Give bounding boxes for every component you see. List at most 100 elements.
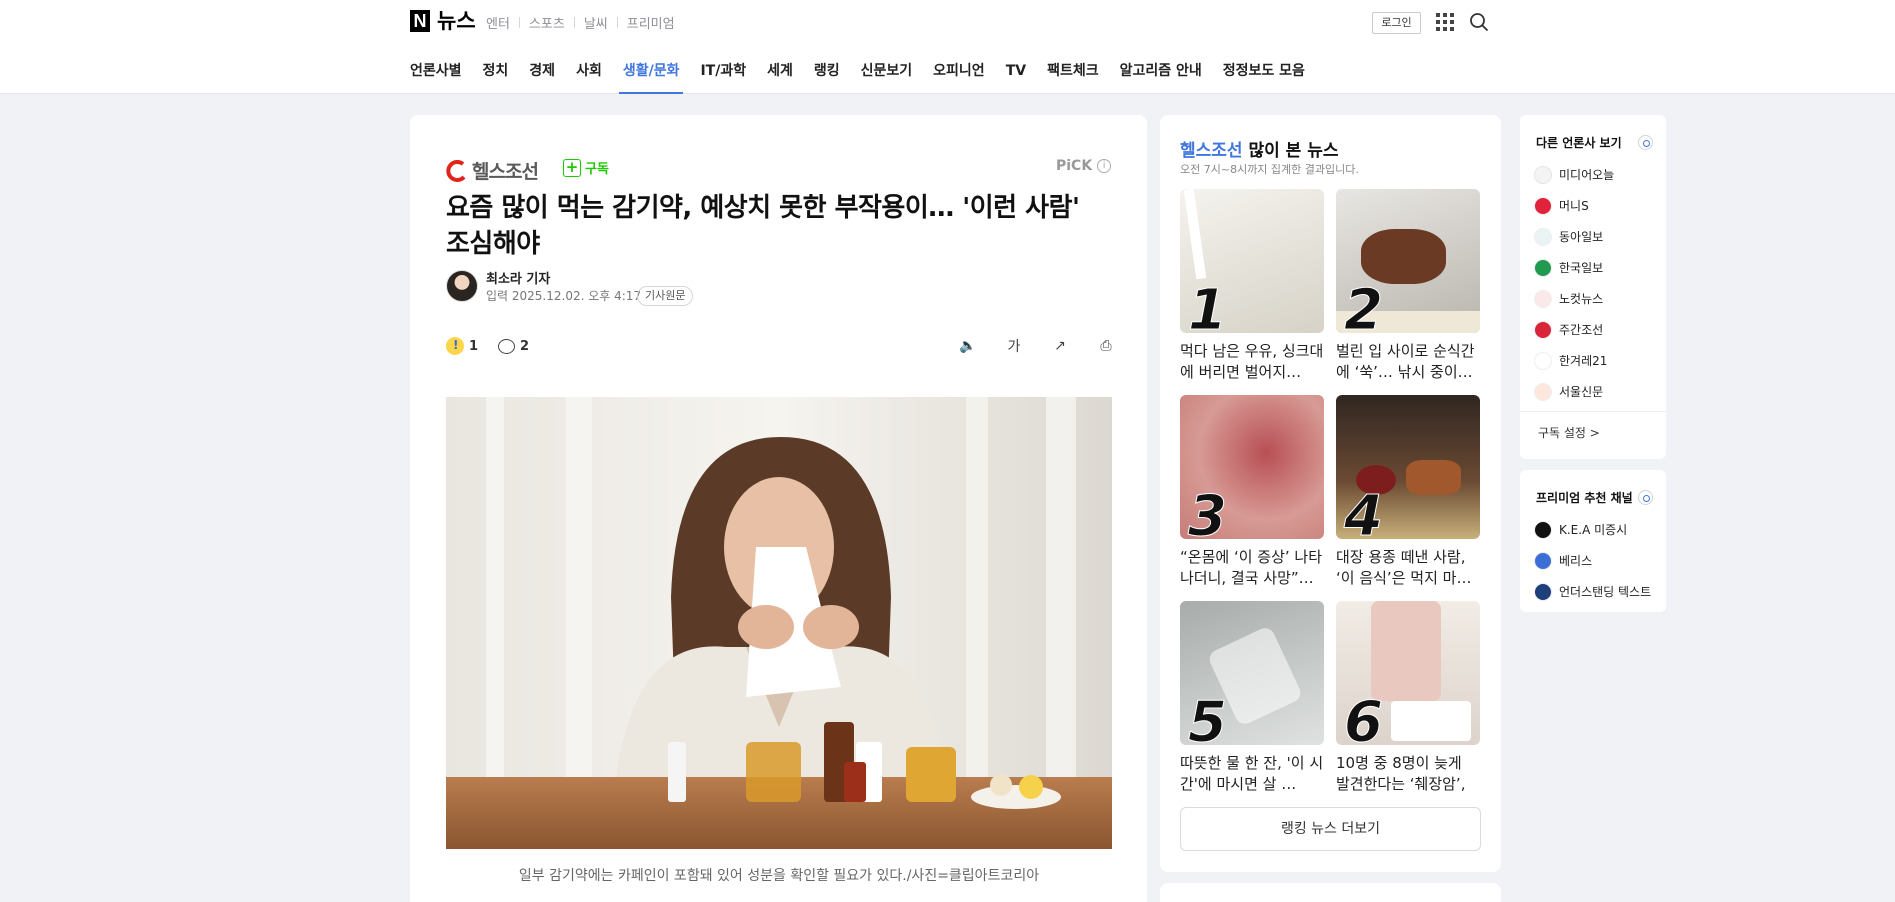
service-link-weather[interactable]: 날씨	[584, 13, 608, 32]
premium-channel-item[interactable]: 언더스탠딩 텍스트	[1534, 576, 1651, 607]
nav-item-algorithm[interactable]: 알고리즘 안내	[1120, 60, 1202, 94]
audio-icon[interactable]: 🔈	[955, 338, 981, 354]
top-header: N 뉴스 엔터 스포츠 날씨 프리미엄 로그인 언론사별 정치 경제 사회 생활…	[0, 0, 1895, 94]
service-link-premium[interactable]: 프리미엄	[627, 13, 675, 32]
print-icon[interactable]: ⎙	[1093, 338, 1119, 354]
nav-item-newspaper[interactable]: 신문보기	[861, 60, 913, 94]
ranking-thumbnail[interactable]: 5	[1180, 601, 1324, 745]
ranking-item[interactable]: 1 먹다 남은 우유, 싱크대에 버리면 벌어지…	[1180, 189, 1324, 383]
press-item-label: 노컷뉴스	[1559, 292, 1604, 306]
press-item[interactable]: 주간조선	[1534, 314, 1614, 345]
service-links: 엔터 스포츠 날씨 프리미엄	[486, 13, 675, 32]
press-item-label: 주간조선	[1559, 323, 1604, 337]
ranking-number: 3	[1188, 484, 1228, 539]
nav-item-factcheck[interactable]: 팩트체크	[1047, 60, 1099, 94]
nav-item-press[interactable]: 언론사별	[410, 60, 462, 94]
ranking-number: 5	[1188, 690, 1228, 745]
premium-channel-item[interactable]: K.E.A 미증시	[1534, 514, 1651, 545]
nav-item-politics[interactable]: 정치	[483, 60, 509, 94]
divider	[518, 17, 520, 28]
press-item-label: 한겨레21	[1559, 354, 1608, 368]
nav-item-life-culture[interactable]: 생활/문화	[618, 60, 684, 94]
nav-item-correction[interactable]: 정정보도 모음	[1223, 60, 1305, 94]
ranking-panel: 헬스조선 많이 본 뉴스 오전 7시~8시까지 집계한 결과입니다. 1 먹다 …	[1160, 115, 1501, 872]
nav-item-opinion[interactable]: 오피니언	[933, 60, 985, 94]
more-ranking-button[interactable]: 랭킹 뉴스 더보기	[1180, 807, 1481, 851]
ranking-thumbnail[interactable]: 4	[1336, 395, 1480, 539]
press-item-label: 미디어오늘	[1559, 168, 1615, 182]
subscribe-label: 구독	[585, 162, 609, 177]
article-headline: 요즘 많이 먹는 감기약, 예상치 못한 부작용이… '이런 사람' 조심해야	[446, 193, 1080, 259]
press-item[interactable]: 한국일보	[1534, 252, 1614, 283]
share-icon[interactable]: ↗	[1047, 338, 1073, 354]
press-logo[interactable]: 헬스조선	[446, 157, 539, 184]
search-icon[interactable]	[1469, 12, 1489, 32]
ranking-thumbnail[interactable]: 1	[1180, 189, 1324, 333]
ranking-thumbnail[interactable]: 3	[1180, 395, 1324, 539]
ranking-number: 1	[1188, 278, 1228, 333]
plus-icon: +	[563, 158, 581, 177]
ranking-headline[interactable]: 대장 용종 떼낸 사람, ‘이 음식’은 먹지 마…	[1336, 547, 1480, 589]
divider	[573, 17, 575, 28]
ranking-item[interactable]: 2 벌린 입 사이로 순식간에 ‘쑥’… 낚시 중이…	[1336, 189, 1480, 383]
reaction-count[interactable]: 1	[469, 339, 478, 354]
ranking-item[interactable]: 6 10명 중 8명이 늦게 발견한다는 ‘췌장암’, …	[1336, 601, 1480, 795]
service-link-enter[interactable]: 엔터	[486, 13, 510, 32]
article-card: 헬스조선 + 구독 PiCK i 요즘 많이 먹는 감기약, 예상치 못한 부작…	[410, 115, 1147, 902]
refresh-icon[interactable]	[1638, 490, 1653, 505]
press-item[interactable]: 머니S	[1534, 190, 1614, 221]
press-item[interactable]: 서울신문	[1534, 376, 1614, 407]
nav-item-ranking[interactable]: 랭킹	[814, 60, 840, 94]
pick-label: PiCK	[1056, 158, 1093, 174]
subscription-setting[interactable]: 구독 설정 >	[1520, 411, 1666, 440]
ranking-title-suffix: 많이 본 뉴스	[1242, 141, 1339, 161]
font-size-icon[interactable]: 가	[1001, 336, 1027, 356]
nav-item-world[interactable]: 세계	[767, 60, 793, 94]
ranking-thumbnail[interactable]: 2	[1336, 189, 1480, 333]
divider	[616, 17, 618, 28]
reaction-bar: 1 2	[446, 337, 529, 355]
press-item[interactable]: 미디어오늘	[1534, 159, 1614, 190]
refresh-icon[interactable]	[1638, 135, 1653, 150]
ranking-headline[interactable]: 따뜻한 물 한 잔, '이 시간'에 마시면 살 …	[1180, 753, 1324, 795]
reaction-bulb-icon[interactable]	[446, 337, 464, 355]
ranking-headline[interactable]: “온몸에 ‘이 증상’ 나타나더니, 결국 사망”…	[1180, 547, 1324, 589]
news-logo-text[interactable]: 뉴스	[437, 8, 476, 34]
nav-item-economy[interactable]: 경제	[529, 60, 555, 94]
ranking-headline[interactable]: 10명 중 8명이 늦게 발견한다는 ‘췌장암’, …	[1336, 753, 1480, 795]
next-panel	[1160, 883, 1501, 902]
premium-channel-item[interactable]: 베리스	[1534, 545, 1651, 576]
nav-item-it-science[interactable]: IT/과학	[700, 60, 746, 94]
ranking-number: 4	[1344, 484, 1384, 539]
service-link-sports[interactable]: 스포츠	[529, 13, 565, 32]
naver-logo-icon[interactable]: N	[410, 10, 430, 32]
reporter-avatar[interactable]	[446, 270, 478, 302]
info-icon[interactable]: i	[1097, 159, 1112, 173]
original-article-button[interactable]: 기사원문	[637, 286, 694, 306]
ranking-headline[interactable]: 벌린 입 사이로 순식간에 ‘쑥’… 낚시 중이…	[1336, 341, 1480, 383]
ranking-item[interactable]: 4 대장 용종 떼낸 사람, ‘이 음식’은 먹지 마…	[1336, 395, 1480, 589]
press-item[interactable]: 한겨레21	[1534, 345, 1614, 376]
comment-icon[interactable]	[498, 338, 516, 354]
press-logo-icon	[1534, 258, 1552, 277]
ranking-item[interactable]: 5 따뜻한 물 한 잔, '이 시간'에 마시면 살 …	[1180, 601, 1324, 795]
login-button[interactable]: 로그인	[1372, 12, 1421, 34]
subscribe-button[interactable]: + 구독	[563, 158, 609, 177]
press-item[interactable]: 동아일보	[1534, 221, 1614, 252]
comment-count[interactable]: 2	[520, 339, 529, 354]
channel-logo-icon	[1534, 582, 1552, 601]
ranking-item[interactable]: 3 “온몸에 ‘이 증상’ 나타나더니, 결국 사망”…	[1180, 395, 1324, 589]
ranking-thumbnail[interactable]: 6	[1336, 601, 1480, 745]
pick-badge[interactable]: PiCK i	[1056, 158, 1112, 174]
ranking-number: 6	[1344, 690, 1384, 745]
nav-item-tv[interactable]: TV	[1006, 60, 1026, 94]
ranking-headline[interactable]: 먹다 남은 우유, 싱크대에 버리면 벌어지…	[1180, 341, 1324, 383]
other-press-panel: 다른 언론사 보기 미디어오늘 머니S 동아일보 한국일보 노컷뉴스 주간조선 …	[1520, 115, 1666, 459]
reporter-name[interactable]: 최소라 기자	[486, 268, 550, 287]
ranking-title[interactable]: 헬스조선 많이 본 뉴스	[1180, 136, 1339, 161]
nav-item-society[interactable]: 사회	[576, 60, 602, 94]
press-item[interactable]: 노컷뉴스	[1534, 283, 1614, 314]
apps-grid-icon[interactable]	[1436, 13, 1454, 31]
photo-caption: 일부 감기약에는 카페인이 포함돼 있어 성분을 확인할 필요가 있다./사진=…	[518, 868, 1040, 884]
press-logo-icon	[1534, 351, 1552, 370]
